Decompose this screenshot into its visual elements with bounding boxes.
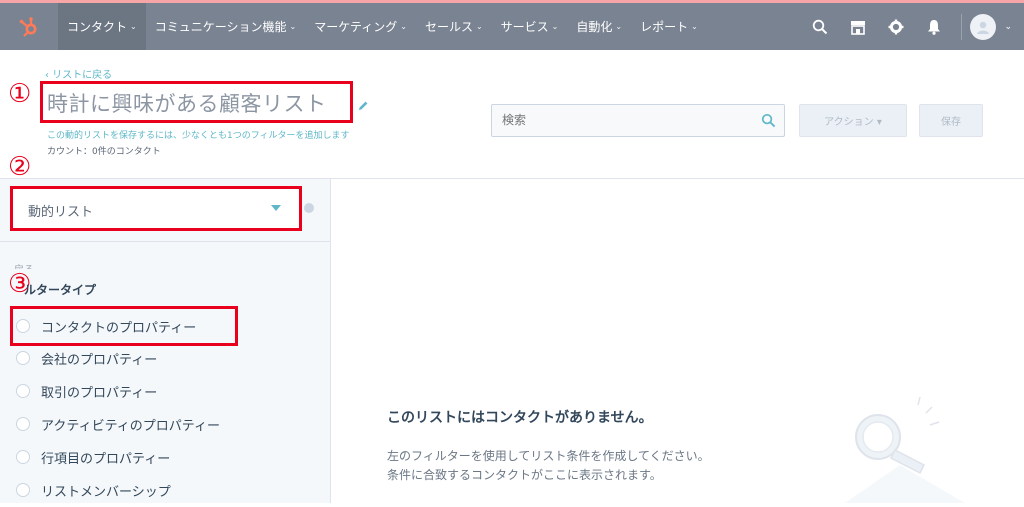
filter-label: コンタクトのプロパティー [41, 320, 197, 336]
hubspot-logo-icon[interactable] [0, 3, 58, 50]
nav-right-tools: ⌄ [801, 3, 1024, 50]
search-input[interactable] [502, 113, 742, 127]
filter-list-membership[interactable]: リストメンバーシップ [16, 479, 171, 501]
filter-label: 取引のプロパティー [41, 385, 158, 401]
save-hint-text: この動的リストを保存するには、少なくとも1つのフィルターを追加します [47, 131, 350, 141]
bell-icon[interactable] [915, 3, 953, 50]
list-type-select[interactable]: 動的リスト [10, 186, 302, 231]
nav-item-label: レポート [640, 20, 689, 34]
chevron-down-icon: ⌄ [130, 22, 137, 31]
search-icon[interactable] [761, 113, 776, 132]
chevron-down-icon: ⌄ [551, 22, 559, 31]
radio-button[interactable] [16, 319, 30, 333]
nav-item-label: セールス [424, 20, 473, 34]
marketplace-icon[interactable] [839, 3, 877, 50]
sidebar-divider [0, 241, 331, 242]
filter-deal-properties[interactable]: 取引のプロパティー [16, 380, 157, 402]
top-navigation: コンタクト ⌄ コミュニケーション機能 ⌄ マーケティング ⌄ セールス ⌄ サービス ⌄… [0, 0, 1024, 50]
pencil-icon[interactable] [358, 96, 369, 115]
filter-company-properties[interactable]: 会社のプロパティー [16, 347, 157, 369]
back-to-lists-link[interactable]: ‹ リストに戻る [45, 66, 112, 81]
chevron-down-icon: ⌄ [400, 22, 407, 31]
chevron-down-icon: ⌄ [475, 22, 483, 31]
caret-down-icon [271, 205, 281, 211]
search-icon[interactable] [801, 3, 839, 50]
nav-divider [961, 13, 963, 40]
nav-item-label: 自動化 [576, 20, 613, 34]
filter-activity-properties[interactable]: アクティビティのプロパティー [16, 413, 220, 435]
contact-count: カウント：0件のコンタクト [47, 147, 161, 157]
radio-button[interactable] [16, 450, 30, 464]
chevron-down-icon: ⌄ [691, 22, 698, 31]
actions-dropdown-button[interactable]: アクション ▾ [799, 104, 907, 137]
nav-item-marketing[interactable]: マーケティング ⌄ [305, 3, 416, 50]
nav-item-label: コンタクト [67, 20, 128, 34]
annotation-badge-1: ① [8, 79, 32, 109]
nav-item-reports[interactable]: レポート ⌄ [631, 3, 707, 50]
empty-state-title: このリストにはコンタクトがありません。 [387, 410, 653, 426]
filter-line-item-properties[interactable]: 行項目のプロパティー [16, 446, 170, 468]
filter-contact-properties[interactable]: コンタクトのプロパティー [16, 315, 196, 337]
radio-button[interactable] [16, 384, 30, 398]
chevron-down-icon: ⌄ [615, 22, 623, 31]
search-box[interactable] [491, 104, 785, 137]
nav-item-contacts[interactable]: コンタクト ⌄ [58, 3, 146, 50]
avatar-icon[interactable] [970, 13, 997, 40]
radio-button[interactable] [16, 351, 30, 365]
chevron-down-icon[interactable]: ⌄ [1004, 22, 1012, 32]
nav-item-sales[interactable]: セールス ⌄ [416, 3, 492, 50]
nav-item-label: サービス [500, 20, 549, 34]
filter-label: アクティビティのプロパティー [41, 418, 221, 434]
magnifier-illustration-icon [840, 395, 970, 507]
annotation-badge-2: ② [8, 152, 32, 182]
nav-item-automation[interactable]: 自動化 ⌄ [567, 3, 631, 50]
gear-icon[interactable] [877, 3, 915, 50]
empty-state-line-1: 左のフィルターを使用してリスト条件を作成してください。 [387, 449, 710, 463]
save-button[interactable]: 保存 [919, 104, 983, 137]
radio-button[interactable] [16, 417, 30, 431]
filter-type-heading: ルタータイプ [24, 283, 97, 297]
radio-button[interactable] [16, 483, 30, 497]
list-title[interactable]: 時計に興味がある顧客リスト [47, 88, 327, 118]
empty-state-description: 左のフィルターを使用してリスト条件を作成してください。 条件に合致するコンタクト… [387, 447, 710, 485]
filter-label: リストメンバーシップ [41, 484, 171, 500]
info-icon[interactable] [304, 203, 314, 213]
nav-item-label: コミュニケーション機能 [154, 20, 287, 34]
chevron-down-icon: ⌄ [289, 22, 297, 31]
nav-item-label: マーケティング [314, 20, 398, 34]
list-type-value: 動的リスト [28, 205, 94, 220]
nav-item-service[interactable]: サービス ⌄ [492, 3, 568, 50]
filter-label: 行項目のプロパティー [41, 451, 171, 467]
filter-label: 会社のプロパティー [41, 352, 158, 368]
nav-item-communications[interactable]: コミュニケーション機能 ⌄ [146, 3, 305, 50]
empty-state-line-2: 条件に合致するコンタクトがここに表示されます。 [387, 468, 662, 482]
